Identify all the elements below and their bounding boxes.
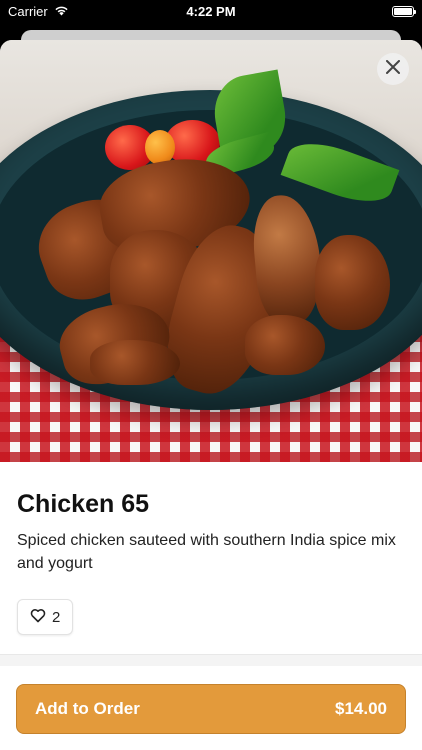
status-left: Carrier (8, 4, 69, 19)
dish-image (0, 40, 422, 462)
divider (0, 654, 422, 666)
close-button[interactable] (377, 53, 409, 85)
battery-icon (392, 5, 416, 17)
dish-description: Spiced chicken sauteed with southern Ind… (17, 532, 396, 572)
close-icon (386, 59, 400, 79)
like-count: 2 (52, 608, 61, 626)
chicken-piece (245, 315, 325, 375)
add-to-order-button[interactable]: Add to Order $14.00 (16, 684, 406, 734)
dish-title: Chicken 65 (17, 490, 150, 518)
status-bar: Carrier 4:22 PM (0, 0, 422, 22)
add-to-order-label: Add to Order (35, 699, 140, 718)
chicken-piece (315, 235, 390, 330)
heart-icon (30, 608, 46, 627)
like-button[interactable]: 2 (17, 599, 74, 635)
chicken-piece (90, 340, 180, 385)
dish-detail-sheet: Chicken 65 Spiced chicken sauteed with s… (0, 40, 422, 750)
carrier-label: Carrier (8, 3, 48, 19)
order-price: $14.00 (335, 699, 387, 718)
wifi-icon (54, 4, 69, 19)
dish-info: Chicken 65 Spiced chicken sauteed with s… (0, 462, 422, 635)
